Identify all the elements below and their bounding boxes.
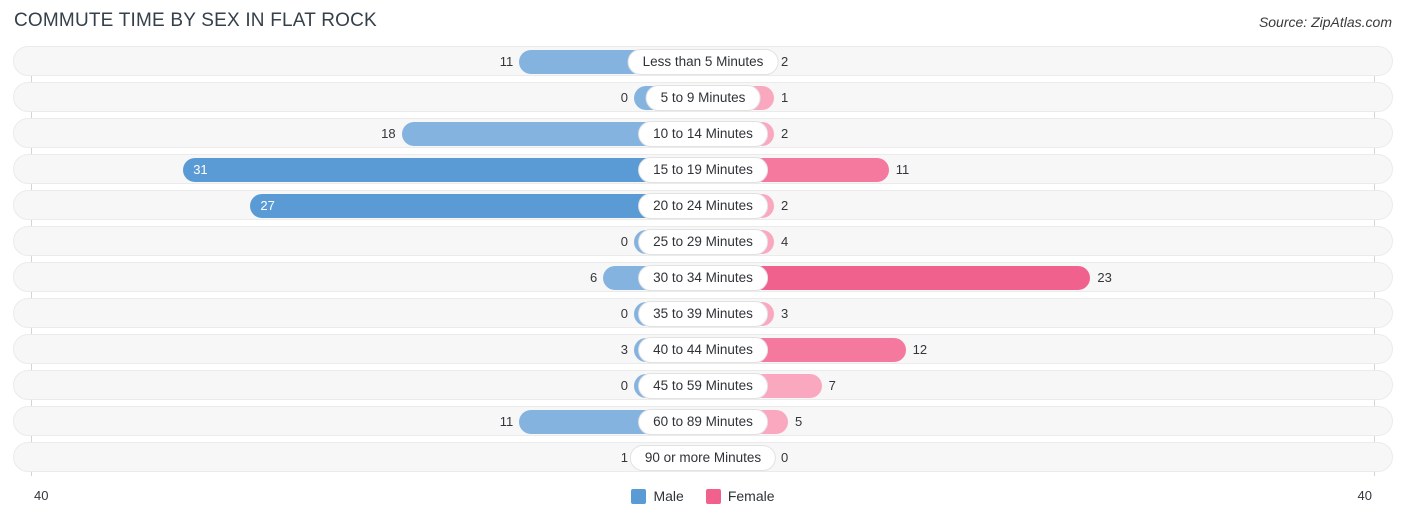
chart-row: 0 3 35 to 39 Minutes — [13, 298, 1393, 328]
value-label-female: 12 — [912, 342, 928, 357]
row-track: 11 2 Less than 5 Minutes — [14, 47, 1392, 75]
value-label-male: 3 — [620, 342, 628, 357]
diverging-bar-chart: 11 2 Less than 5 Minutes 0 1 5 to 9 Minutes 18… — [0, 46, 1406, 482]
value-label-male: 0 — [620, 378, 628, 393]
row-track: 11 5 60 to 89 Minutes — [14, 407, 1392, 435]
value-label-female: 23 — [1097, 270, 1112, 285]
page-title: COMMUTE TIME BY SEX IN FLAT ROCK — [14, 10, 377, 31]
chart-row: 3 12 40 to 44 Minutes — [13, 334, 1393, 364]
chart-row: 0 7 45 to 59 Minutes — [13, 370, 1393, 400]
category-label: 90 or more Minutes — [629, 445, 777, 471]
category-label: 35 to 39 Minutes — [638, 301, 768, 327]
value-label-female: 5 — [795, 414, 803, 429]
value-label-male: 31 — [193, 162, 208, 177]
category-label: 60 to 89 Minutes — [638, 409, 768, 435]
category-label: 10 to 14 Minutes — [638, 121, 768, 147]
value-label-male: 11 — [499, 54, 514, 69]
chart-page: COMMUTE TIME BY SEX IN FLAT ROCK Source:… — [0, 0, 1406, 523]
chart-row: 11 2 Less than 5 Minutes — [13, 46, 1393, 76]
row-track: 6 23 30 to 34 Minutes — [14, 263, 1392, 291]
row-track: 27 2 20 to 24 Minutes — [14, 191, 1392, 219]
legend-swatch-male — [631, 488, 647, 504]
value-label-female: 1 — [781, 90, 789, 105]
value-label-male: 18 — [381, 126, 396, 141]
bar-male — [250, 194, 704, 218]
row-track: 18 2 10 to 14 Minutes — [14, 119, 1392, 147]
value-label-male: 0 — [620, 306, 628, 321]
chart-legend: Male Female — [0, 488, 1406, 504]
row-track: 3 12 40 to 44 Minutes — [14, 335, 1392, 363]
value-label-male: 6 — [589, 270, 598, 285]
value-label-male: 0 — [620, 90, 628, 105]
chart-row: 11 5 60 to 89 Minutes — [13, 406, 1393, 436]
category-label: 5 to 9 Minutes — [645, 85, 761, 111]
value-label-female: 11 — [895, 162, 910, 177]
bar-male — [183, 158, 704, 182]
chart-row: 18 2 10 to 14 Minutes — [13, 118, 1393, 148]
chart-row: 31 11 15 to 19 Minutes — [13, 154, 1393, 184]
chart-row: 0 4 25 to 29 Minutes — [13, 226, 1393, 256]
legend-item-male[interactable]: Male — [631, 488, 684, 504]
value-label-male: 0 — [620, 234, 628, 249]
category-label: 45 to 59 Minutes — [638, 373, 768, 399]
chart-row: 0 1 5 to 9 Minutes — [13, 82, 1393, 112]
legend-item-female[interactable]: Female — [705, 488, 775, 504]
value-label-male: 11 — [499, 414, 514, 429]
value-label-female: 2 — [781, 126, 789, 141]
category-label: 25 to 29 Minutes — [638, 229, 768, 255]
category-label: 20 to 24 Minutes — [638, 193, 768, 219]
value-label-male: 27 — [260, 198, 275, 213]
value-label-female: 2 — [781, 198, 789, 213]
value-label-female: 4 — [781, 234, 789, 249]
row-track: 1 0 90 or more Minutes — [14, 443, 1392, 471]
legend-swatch-female — [705, 488, 721, 504]
category-label: 30 to 34 Minutes — [638, 265, 768, 291]
chart-row: 27 2 20 to 24 Minutes — [13, 190, 1393, 220]
category-label: 40 to 44 Minutes — [638, 337, 768, 363]
value-label-female: 0 — [781, 450, 789, 465]
category-label: 15 to 19 Minutes — [638, 157, 768, 183]
row-track: 0 4 25 to 29 Minutes — [14, 227, 1392, 255]
row-track: 0 3 35 to 39 Minutes — [14, 299, 1392, 327]
row-track: 0 7 45 to 59 Minutes — [14, 371, 1392, 399]
chart-footer: 40 40 Male Female — [0, 484, 1406, 523]
value-label-female: 7 — [828, 378, 836, 393]
chart-row: 1 0 90 or more Minutes — [13, 442, 1393, 472]
value-label-female: 3 — [781, 306, 789, 321]
chart-rows: 11 2 Less than 5 Minutes 0 1 5 to 9 Minutes 18… — [0, 46, 1406, 478]
chart-header: COMMUTE TIME BY SEX IN FLAT ROCK Source:… — [0, 0, 1406, 46]
legend-label-female: Female — [727, 488, 775, 504]
row-track: 31 11 15 to 19 Minutes — [14, 155, 1392, 183]
chart-row: 6 23 30 to 34 Minutes — [13, 262, 1393, 292]
value-label-male: 1 — [620, 450, 628, 465]
category-label: Less than 5 Minutes — [627, 49, 779, 75]
value-label-female: 2 — [781, 54, 789, 69]
row-track: 0 1 5 to 9 Minutes — [14, 83, 1392, 111]
legend-label-male: Male — [653, 488, 684, 504]
source-attribution: Source: ZipAtlas.com — [1258, 14, 1392, 30]
